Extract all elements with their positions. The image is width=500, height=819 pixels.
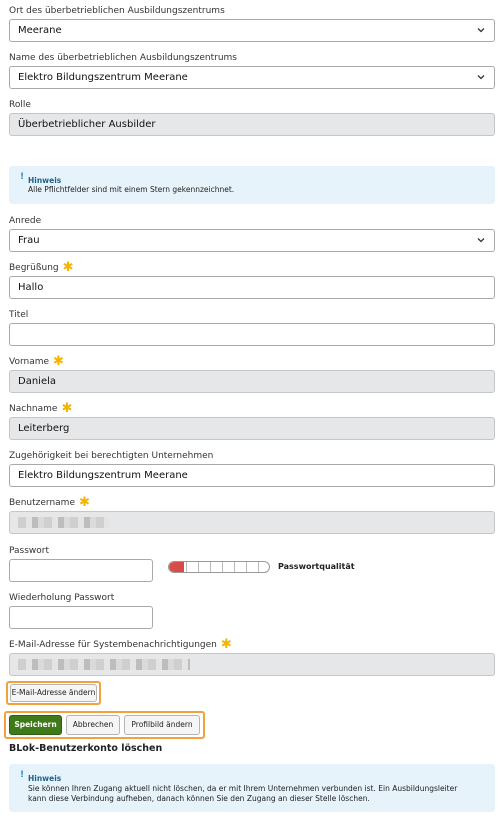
info-icon: ! [20,172,25,182]
begruessung-input[interactable]: Hallo [9,276,495,299]
vorname-value: Daniela [18,376,57,387]
rolle-field: Überbetrieblicher Ausbilder [9,113,495,136]
nachname-label-text: Nachname [9,404,58,414]
meter-segment [210,562,211,572]
zentrum-name-label: Name des überbetrieblichen Ausbildungsze… [9,53,237,63]
hint-delete-title: Hinweis [28,774,62,783]
vorname-field: Daniela [9,370,495,393]
benutzername-label: Benutzername ✱ [9,495,90,510]
meter-segment [234,562,235,572]
rolle-value: Überbetrieblicher Ausbilder [18,119,156,130]
vorname-label-text: Vorname [9,357,50,367]
password-quality-label: Passwortqualität [278,562,355,571]
required-star-icon: ✱ [62,260,74,275]
anrede-label: Anrede [9,216,42,226]
meter-segment [258,562,259,572]
cancel-button[interactable]: Abbrechen [66,715,120,735]
passwort-label: Passwort [9,546,50,556]
meter-segment [246,562,247,572]
titel-label: Titel [9,310,29,320]
anrede-select[interactable]: Frau [9,229,495,252]
passwort-wdh-label: Wiederholung Passwort [9,593,115,603]
hint-delete-line2: kann diese Verbindung aufheben, danach k… [28,794,370,803]
meter-segment [222,562,223,572]
email-field [9,653,495,676]
passwort-input[interactable] [9,559,153,582]
password-quality-fill [169,562,184,572]
hint-required-title: Hinweis [28,176,62,185]
redacted-username [18,517,110,528]
titel-input[interactable] [9,323,495,346]
anrede-value: Frau [18,235,40,246]
required-star-icon: ✱ [61,401,73,416]
ort-select[interactable]: Meerane [9,19,495,42]
info-icon: ! [20,770,25,780]
vorname-label: Vorname ✱ [9,354,64,369]
hint-required-box: ! Hinweis Alle Pflichtfelder sind mit ei… [9,166,495,204]
ort-select-value: Meerane [18,25,62,36]
email-label: E-Mail-Adresse für Systembenachrichtigun… [9,637,232,652]
redacted-email [18,659,190,670]
chevron-down-icon [477,28,485,33]
password-quality-meter [168,561,270,573]
hint-delete-line1: Sie können Ihren Zugang aktuell nicht lö… [28,784,458,793]
zugehoerigkeit-field: Elektro Bildungszentrum Meerane [9,464,495,487]
rolle-label: Rolle [9,100,31,110]
nachname-value: Leiterberg [18,423,70,434]
meter-segment [186,562,187,572]
hint-delete-box: ! Hinweis Sie können Ihren Zugang aktuel… [9,764,495,812]
email-change-button[interactable]: E-Mail-Adresse ändern [10,684,97,702]
meter-segment [198,562,199,572]
chevron-down-icon [477,75,485,80]
passwort-wdh-input[interactable] [9,606,153,629]
delete-account-heading: BLok-Benutzerkonto löschen [9,743,163,754]
save-button[interactable]: Speichern [9,715,62,735]
begruessung-value: Hallo [18,282,44,293]
hint-required-text: Alle Pflichtfelder sind mit einem Stern … [28,185,235,194]
chevron-down-icon [477,238,485,243]
email-label-text: E-Mail-Adresse für Systembenachrichtigun… [9,640,217,650]
required-star-icon: ✱ [53,354,64,369]
nachname-label: Nachname ✱ [9,401,73,416]
zugehoerigkeit-value: Elektro Bildungszentrum Meerane [18,470,188,481]
profile-picture-button[interactable]: Profilbild ändern [124,715,200,735]
required-star-icon: ✱ [220,637,232,652]
begruessung-label: Begrüßung ✱ [9,260,74,275]
benutzername-label-text: Benutzername [9,498,75,508]
zugehoerigkeit-label: Zugehörigkeit bei berechtigten Unternehm… [9,451,214,461]
begruessung-label-text: Begrüßung [9,263,59,273]
nachname-field: Leiterberg [9,417,495,440]
ort-label: Ort des überbetrieblichen Ausbildungszen… [9,6,225,16]
required-star-icon: ✱ [78,495,90,510]
zentrum-name-select[interactable]: Elektro Bildungszentrum Meerane [9,66,495,89]
benutzername-field [9,511,495,534]
zentrum-name-value: Elektro Bildungszentrum Meerane [18,72,188,83]
